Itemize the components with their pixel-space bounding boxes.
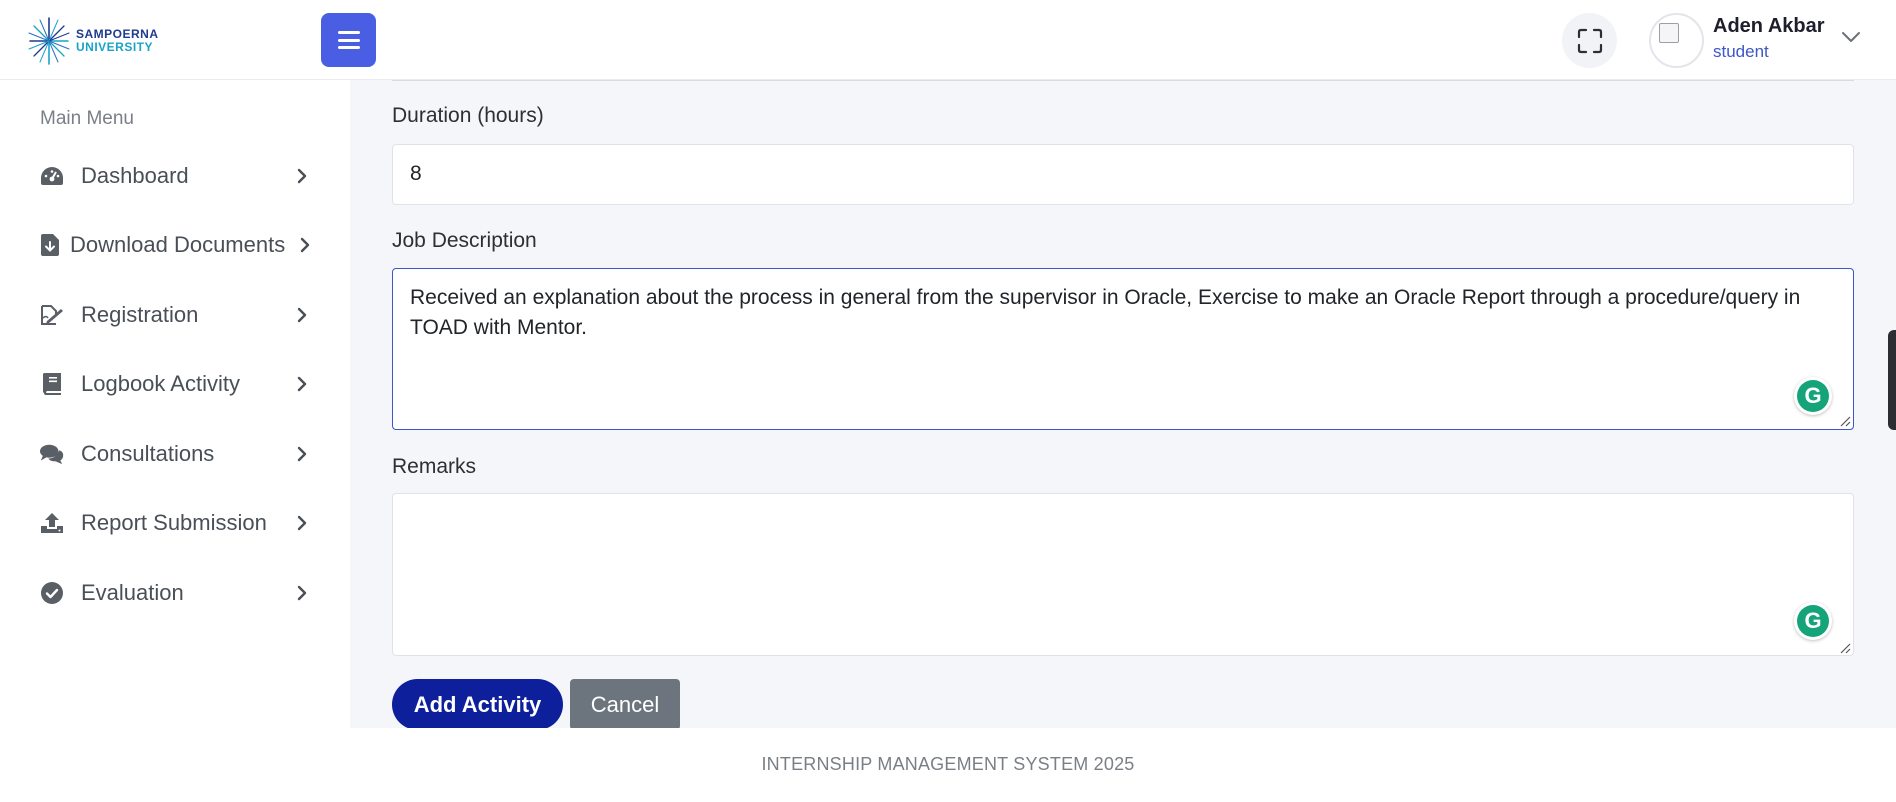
user-role: student (1713, 42, 1769, 61)
sidebar-item-logbook-activity[interactable]: Logbook Activity (0, 358, 350, 410)
book-icon (40, 372, 64, 396)
sidebar: Main Menu Dashboard Download Documents R… (0, 80, 350, 728)
chevron-down-icon[interactable] (1841, 30, 1861, 44)
logo-text: SAMPOERNA UNIVERSITY (76, 28, 159, 54)
chevron-right-icon (297, 444, 311, 464)
grammarly-icon[interactable]: G (1794, 602, 1832, 640)
sidebar-item-consultations[interactable]: Consultations (0, 428, 350, 480)
user-name[interactable]: Aden Akbar (1713, 15, 1825, 38)
sidebar-item-evaluation[interactable]: Evaluation (0, 567, 350, 619)
chevron-right-icon (297, 166, 311, 186)
sidebar-toggle-button[interactable] (321, 13, 376, 67)
footer: INTERNSHIP MANAGEMENT SYSTEM 2025 (0, 728, 1896, 802)
avatar[interactable] (1649, 13, 1704, 68)
chevron-right-icon (297, 513, 311, 533)
check-circle-icon (40, 581, 64, 605)
sidebar-item-label: Evaluation (81, 580, 184, 605)
remarks-textarea[interactable] (392, 493, 1854, 656)
chevron-right-icon (300, 235, 314, 255)
remarks-label: Remarks (392, 455, 477, 478)
job-description-label: Job Description (392, 229, 537, 252)
gauge-icon (40, 164, 64, 188)
hamburger-icon (337, 31, 360, 49)
sidebar-item-label: Consultations (81, 441, 215, 466)
footer-text: INTERNSHIP MANAGEMENT SYSTEM 2025 (761, 754, 1135, 774)
comments-icon (40, 442, 64, 466)
sidebar-item-download-documents[interactable]: Download Documents (0, 219, 350, 271)
resize-handle-icon[interactable] (1839, 642, 1851, 654)
sidebar-item-report-submission[interactable]: Report Submission (0, 497, 350, 549)
sidebar-item-label: Download Documents (70, 232, 286, 257)
university-logo[interactable]: SAMPOERNA UNIVERSITY (26, 14, 166, 68)
sidebar-item-label: Report Submission (81, 510, 267, 535)
signature-icon (40, 303, 64, 327)
chevron-right-icon (297, 374, 311, 394)
side-panel-tab[interactable] (1888, 330, 1896, 430)
duration-input[interactable]: 8 (392, 144, 1854, 205)
chevron-right-icon (297, 583, 311, 603)
job-description-textarea[interactable]: Received an explanation about the proces… (392, 268, 1854, 430)
form-divider (392, 80, 1854, 81)
fullscreen-button[interactable] (1562, 13, 1617, 68)
broken-image-icon (1659, 23, 1679, 43)
sidebar-section-title: Main Menu (40, 108, 134, 129)
add-activity-button[interactable]: Add Activity (392, 679, 563, 730)
grammarly-icon[interactable]: G (1794, 377, 1832, 415)
sidebar-item-label: Registration (81, 302, 199, 327)
top-header: SAMPOERNA UNIVERSITY Aden Akbar student (0, 0, 1896, 80)
sidebar-item-registration[interactable]: Registration (0, 289, 350, 341)
logo-line-2: UNIVERSITY (76, 40, 154, 54)
resize-handle-icon[interactable] (1839, 415, 1851, 427)
sidebar-item-dashboard[interactable]: Dashboard (0, 150, 350, 202)
upload-icon (40, 511, 64, 535)
sidebar-item-label: Dashboard (81, 163, 189, 188)
expand-icon (1577, 28, 1602, 53)
file-download-icon (38, 233, 62, 257)
starburst-logo-icon (28, 17, 70, 65)
sidebar-item-label: Logbook Activity (81, 371, 240, 396)
cancel-button[interactable]: Cancel (570, 679, 680, 730)
duration-label: Duration (hours) (392, 104, 544, 127)
chevron-right-icon (297, 305, 311, 325)
